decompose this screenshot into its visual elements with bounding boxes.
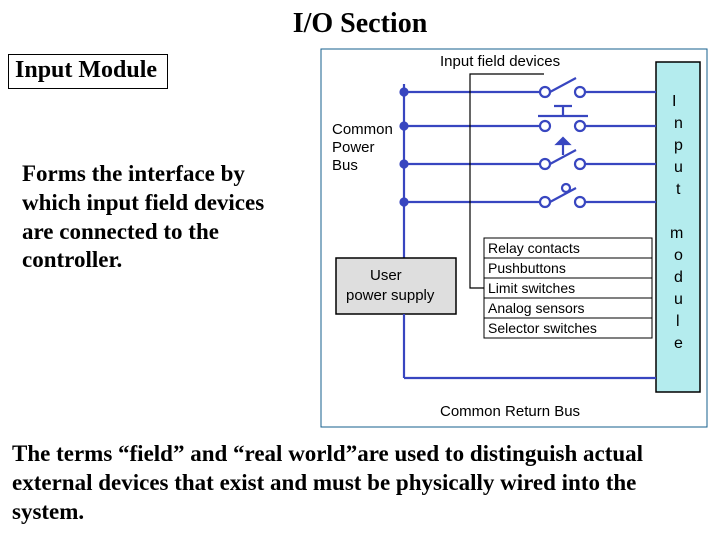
module-letter: m xyxy=(670,225,683,242)
svg-text:l: l xyxy=(676,313,680,330)
description-paragraph-2: The terms “field” and “real world”are us… xyxy=(12,440,712,526)
subtitle-input-module: Input Module xyxy=(8,54,168,89)
module-letter: u xyxy=(674,291,683,308)
label-bus: Bus xyxy=(332,157,358,174)
description-paragraph-1: Forms the interface by which input field… xyxy=(22,160,282,275)
svg-text:n: n xyxy=(674,115,683,132)
module-letter: d xyxy=(674,269,683,286)
label-input-field-devices: Input field devices xyxy=(440,53,560,70)
label-common-return-bus: Common Return Bus xyxy=(440,403,580,420)
device-selector-switches: Selector switches xyxy=(488,320,597,336)
label-user: User xyxy=(370,267,402,284)
module-letter: t xyxy=(676,181,681,198)
device-relay-contacts: Relay contacts xyxy=(488,240,580,256)
page-title: I/O Section xyxy=(0,8,720,40)
label-common: Common xyxy=(332,121,393,138)
svg-text:t: t xyxy=(676,181,681,198)
module-letter: e xyxy=(674,335,683,352)
svg-text:d: d xyxy=(674,269,683,286)
device-limit-switches: Limit switches xyxy=(488,280,575,296)
svg-text:I: I xyxy=(672,93,676,110)
module-letter: l xyxy=(676,313,680,330)
module-letter: u xyxy=(674,159,683,176)
svg-text:u: u xyxy=(674,291,683,308)
svg-text:o: o xyxy=(674,247,683,264)
module-letter: o xyxy=(674,247,683,264)
svg-text:m: m xyxy=(670,225,683,242)
module-letter: n xyxy=(674,115,683,132)
module-letter: I xyxy=(672,93,676,110)
svg-text:e: e xyxy=(674,335,683,352)
device-pushbuttons: Pushbuttons xyxy=(488,260,566,276)
label-power-supply: power supply xyxy=(346,287,435,304)
module-letter: p xyxy=(674,137,683,154)
device-analog-sensors: Analog sensors xyxy=(488,300,585,316)
svg-text:u: u xyxy=(674,159,683,176)
io-diagram: I n p u t m o d u l e Input field device… xyxy=(320,48,708,428)
label-power: Power xyxy=(332,139,375,156)
svg-text:p: p xyxy=(674,137,683,154)
